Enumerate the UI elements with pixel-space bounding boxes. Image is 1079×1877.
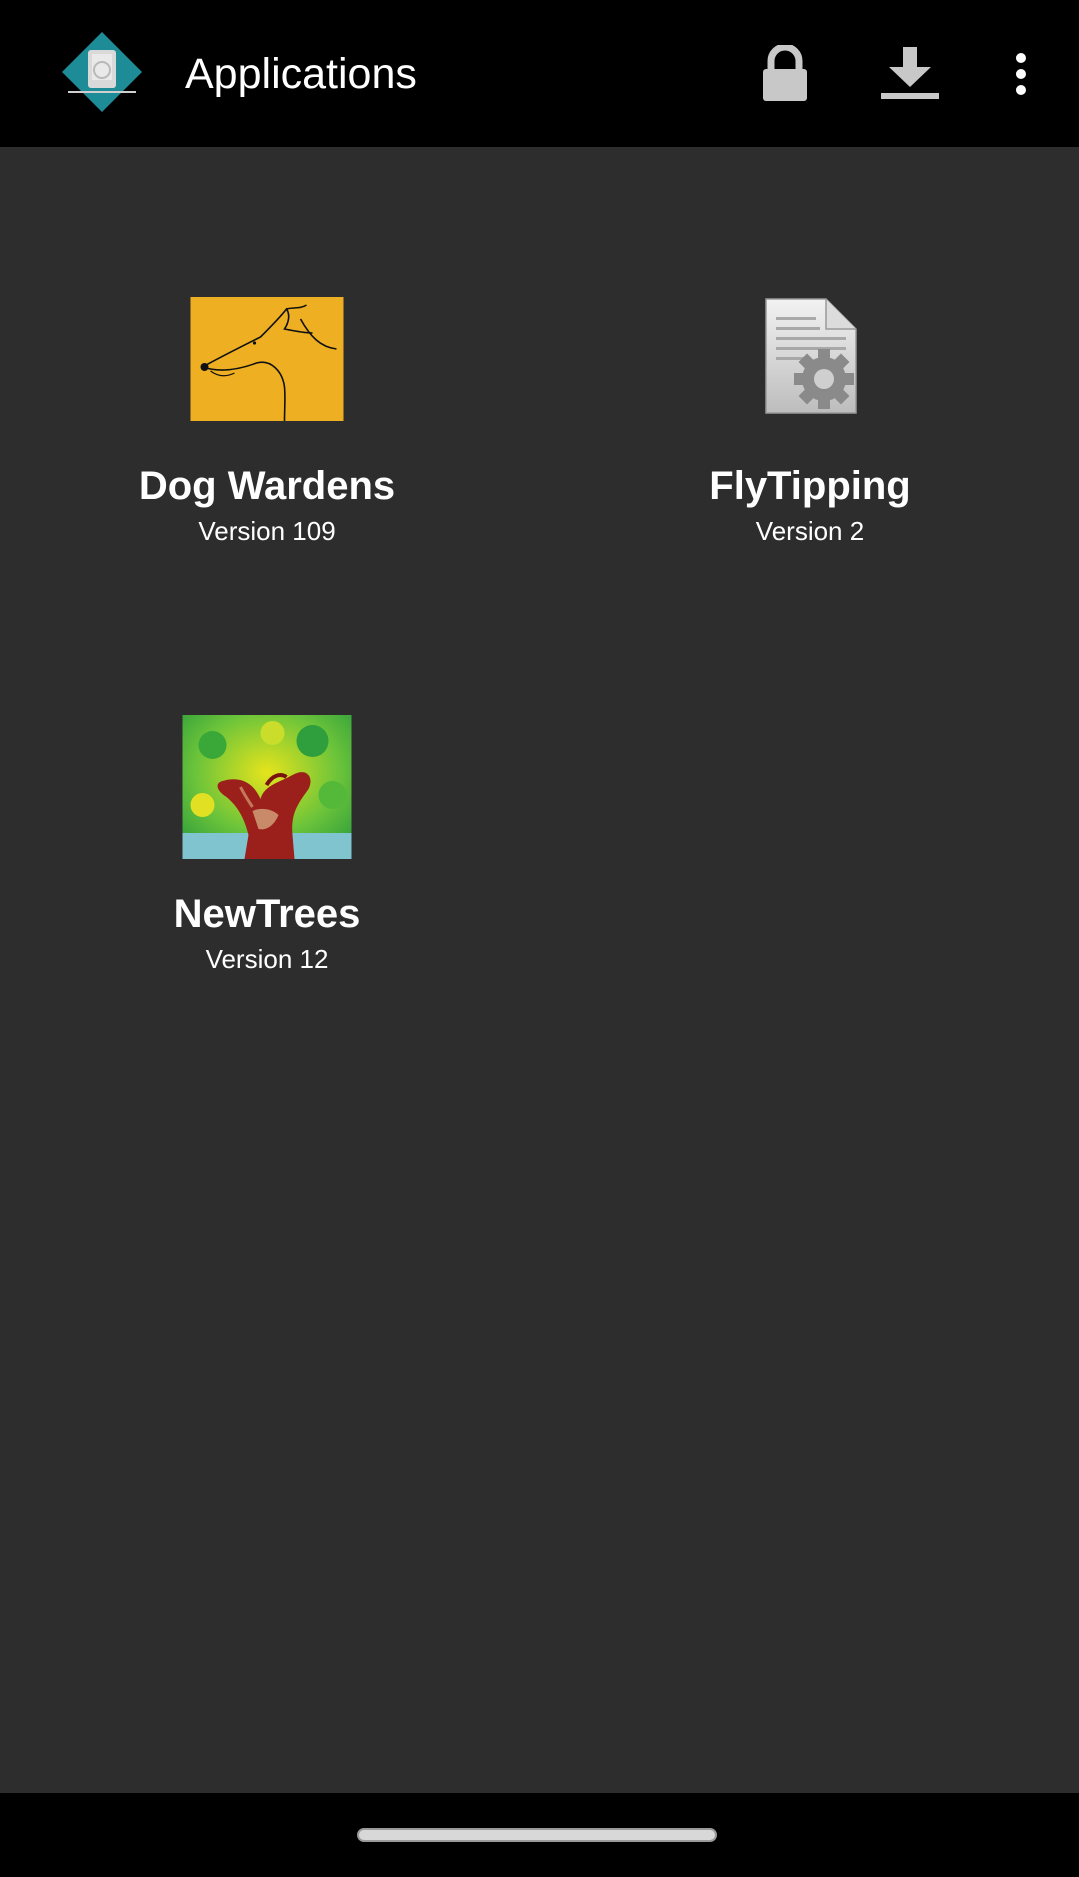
app-logo-icon [62,32,142,112]
home-gesture-handle[interactable] [357,1828,717,1842]
tree-icon [182,715,352,859]
document-gear-icon [762,297,858,415]
app-version: Version 2 [755,516,865,546]
lock-icon [763,45,807,101]
more-vert-icon [1016,53,1026,95]
app-version: Version 12 [205,944,329,974]
app-version: Version 109 [198,516,336,546]
app-name: Dog Wardens [138,464,396,508]
more-options-button[interactable] [985,38,1057,110]
app-tile-newtrees[interactable]: NewTrees Version 12 [47,715,487,1075]
download-icon [881,47,939,99]
dog-icon [190,297,344,422]
app-tile-flytipping[interactable]: FlyTipping Version 2 [590,287,1030,647]
app-grid: Dog Wardens Version 109 FlyTipping Versi… [0,147,1079,1793]
app-tile-dog-wardens[interactable]: Dog Wardens Version 109 [47,287,487,647]
system-nav-bar [0,1793,1079,1877]
page-title: Applications [185,50,417,98]
app-bar: Applications [0,0,1079,147]
app-name: FlyTipping [709,464,911,508]
lock-button[interactable] [749,38,821,110]
download-button[interactable] [874,38,946,110]
app-name: NewTrees [173,892,361,936]
